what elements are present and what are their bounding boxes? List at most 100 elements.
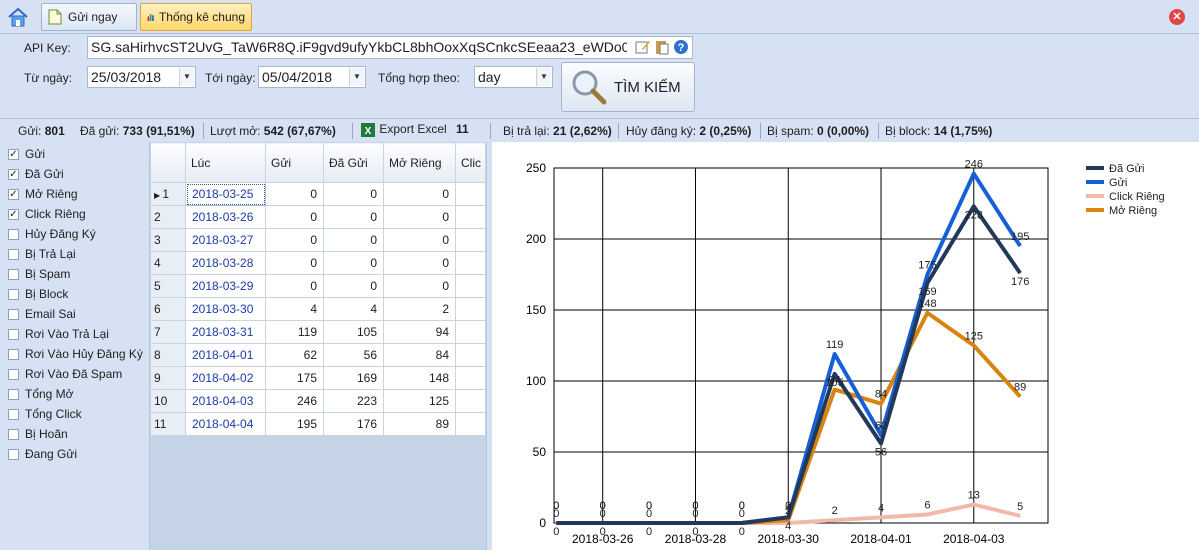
filter-checkbox-1[interactable]: ✓ Đã Gửi: [8, 165, 64, 183]
paste-icon[interactable]: [654, 39, 670, 55]
filter-checkbox-0[interactable]: ✓ Gửi: [8, 145, 45, 163]
value-cell[interactable]: 169: [323, 366, 384, 390]
value-cell[interactable]: 246: [265, 389, 324, 413]
checkbox-unchecked-icon[interactable]: [8, 228, 19, 240]
date-cell[interactable]: 2018-03-31: [185, 320, 266, 344]
value-cell[interactable]: 0: [383, 228, 456, 252]
table-row[interactable]: 3 2018-03-27 0 0 0: [150, 228, 486, 252]
value-cell[interactable]: 0: [265, 228, 324, 252]
column-header[interactable]: Đã Gửi: [323, 142, 384, 183]
filter-checkbox-3[interactable]: ✓ Click Riêng: [8, 205, 86, 223]
checkbox-unchecked-icon[interactable]: [8, 448, 19, 460]
export-excel-button[interactable]: X Export Excel 11: [360, 122, 469, 138]
table-row[interactable]: 5 2018-03-29 0 0 0: [150, 274, 486, 298]
value-cell[interactable]: [455, 412, 486, 436]
table-row[interactable]: 9 2018-04-02 175 169 148: [150, 366, 486, 390]
date-cell[interactable]: 2018-04-03: [185, 389, 266, 413]
filter-checkbox-8[interactable]: Email Sai: [8, 305, 76, 323]
value-cell[interactable]: 175: [265, 366, 324, 390]
filter-checkbox-9[interactable]: Rơi Vào Trả Lại: [8, 325, 109, 343]
value-cell[interactable]: 0: [323, 182, 384, 206]
table-row[interactable]: 10 2018-04-03 246 223 125: [150, 389, 486, 413]
table-row[interactable]: ▶ 1 2018-03-25 0 0 0: [150, 182, 486, 206]
value-cell[interactable]: 4: [323, 297, 384, 321]
value-cell[interactable]: [455, 320, 486, 344]
api-key-field[interactable]: SG.saHirhvcST2UvG_TaW6R8Q.iF9gvd9ufyYkbC…: [87, 36, 693, 59]
checkbox-checked-icon[interactable]: ✓: [8, 168, 19, 180]
date-cell[interactable]: 2018-03-29: [185, 274, 266, 298]
checkbox-checked-icon[interactable]: ✓: [8, 208, 19, 220]
checkbox-unchecked-icon[interactable]: [8, 308, 19, 320]
value-cell[interactable]: 0: [323, 251, 384, 275]
chevron-down-icon[interactable]: ▼: [179, 68, 194, 86]
value-cell[interactable]: 0: [323, 228, 384, 252]
from-date-picker[interactable]: 25/03/2018 ▼: [87, 66, 196, 88]
value-cell[interactable]: 223: [323, 389, 384, 413]
column-header[interactable]: Gửi: [265, 142, 324, 183]
filter-checkbox-7[interactable]: Bị Block: [8, 285, 68, 303]
filter-checkbox-11[interactable]: Rơi Vào Đã Spam: [8, 365, 122, 383]
value-cell[interactable]: 105: [323, 320, 384, 344]
to-date-picker[interactable]: 05/04/2018 ▼: [258, 66, 366, 88]
checkbox-unchecked-icon[interactable]: [8, 328, 19, 340]
chevron-down-icon[interactable]: ▼: [536, 68, 551, 86]
value-cell[interactable]: [455, 182, 486, 206]
value-cell[interactable]: 84: [383, 343, 456, 367]
value-cell[interactable]: 4: [265, 297, 324, 321]
value-cell[interactable]: 0: [383, 274, 456, 298]
search-button[interactable]: TÌM KIẾM: [561, 62, 695, 112]
checkbox-checked-icon[interactable]: ✓: [8, 188, 19, 200]
table-row[interactable]: 7 2018-03-31 119 105 94: [150, 320, 486, 344]
value-cell[interactable]: 0: [323, 205, 384, 229]
filter-checkbox-2[interactable]: ✓ Mở Riêng: [8, 185, 78, 203]
checkbox-unchecked-icon[interactable]: [8, 348, 19, 360]
value-cell[interactable]: 89: [383, 412, 456, 436]
value-cell[interactable]: [455, 228, 486, 252]
value-cell[interactable]: 0: [265, 251, 324, 275]
column-header[interactable]: Clic: [455, 142, 486, 183]
filter-checkbox-15[interactable]: Đang Gửi: [8, 445, 77, 463]
help-icon[interactable]: ?: [673, 39, 689, 55]
value-cell[interactable]: [455, 274, 486, 298]
filter-checkbox-12[interactable]: Tổng Mở: [8, 385, 74, 403]
date-cell[interactable]: 2018-04-02: [185, 366, 266, 390]
value-cell[interactable]: 56: [323, 343, 384, 367]
value-cell[interactable]: 0: [383, 251, 456, 275]
checkbox-unchecked-icon[interactable]: [8, 428, 19, 440]
table-row[interactable]: 11 2018-04-04 195 176 89: [150, 412, 486, 436]
checkbox-checked-icon[interactable]: ✓: [8, 148, 19, 160]
value-cell[interactable]: 62: [265, 343, 324, 367]
checkbox-unchecked-icon[interactable]: [8, 408, 19, 420]
filter-checkbox-5[interactable]: Bị Trả Lại: [8, 245, 76, 263]
filter-checkbox-14[interactable]: Bị Hoãn: [8, 425, 68, 443]
value-cell[interactable]: [455, 343, 486, 367]
value-cell[interactable]: 0: [265, 205, 324, 229]
value-cell[interactable]: 94: [383, 320, 456, 344]
table-row[interactable]: 6 2018-03-30 4 4 2: [150, 297, 486, 321]
data-grid[interactable]: Lúc Gửi Đã Gửi Mở Riêng Clic ▶ 1 2018-03-25 0 0…: [150, 142, 486, 550]
value-cell[interactable]: 195: [265, 412, 324, 436]
value-cell[interactable]: 0: [323, 274, 384, 298]
date-cell[interactable]: 2018-03-27: [185, 228, 266, 252]
value-cell[interactable]: 0: [265, 182, 324, 206]
value-cell[interactable]: [455, 366, 486, 390]
value-cell[interactable]: 119: [265, 320, 324, 344]
tab-send-now[interactable]: Gửi ngay: [41, 3, 137, 31]
filter-checkbox-10[interactable]: Rơi Vào Hủy Đăng Ký: [8, 345, 143, 363]
chevron-down-icon[interactable]: ▼: [349, 68, 364, 86]
table-row[interactable]: 4 2018-03-28 0 0 0: [150, 251, 486, 275]
value-cell[interactable]: [455, 205, 486, 229]
value-cell[interactable]: 148: [383, 366, 456, 390]
value-cell[interactable]: 2: [383, 297, 456, 321]
checkbox-unchecked-icon[interactable]: [8, 368, 19, 380]
edit-icon[interactable]: [635, 39, 651, 55]
close-icon[interactable]: ✕: [1169, 9, 1185, 25]
home-icon[interactable]: [6, 6, 30, 28]
value-cell[interactable]: 0: [383, 205, 456, 229]
value-cell[interactable]: 0: [265, 274, 324, 298]
date-cell[interactable]: 2018-03-28: [185, 251, 266, 275]
tab-statistics[interactable]: Thống kê chung: [140, 3, 252, 31]
value-cell[interactable]: [455, 389, 486, 413]
column-header[interactable]: Lúc: [185, 142, 266, 183]
checkbox-unchecked-icon[interactable]: [8, 288, 19, 300]
